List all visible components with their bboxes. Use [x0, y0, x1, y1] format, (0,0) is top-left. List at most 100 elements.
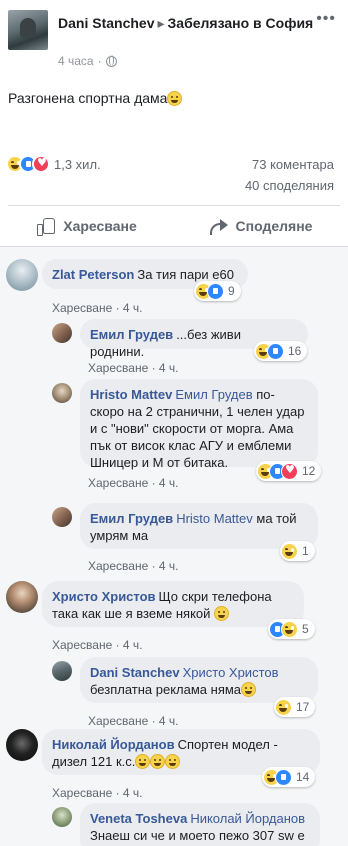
- commenter-name[interactable]: Dani Stanchev: [90, 665, 180, 680]
- comment-actions: Харесване · 4 ч.: [88, 476, 179, 490]
- comment-time[interactable]: 4 ч.: [159, 361, 179, 375]
- more-horizontal-icon[interactable]: •••: [316, 11, 336, 27]
- like-reaction-icon: [207, 282, 224, 300]
- haha-reaction-icon: [281, 542, 298, 560]
- commenter-avatar[interactable]: [6, 729, 38, 761]
- commenter-avatar[interactable]: [52, 383, 72, 403]
- comment-time[interactable]: 4 ч.: [159, 476, 179, 490]
- comment-text: Знаеш си че и моето пежо 307 sw е: [90, 828, 305, 843]
- comment-time[interactable]: 4 ч.: [123, 786, 143, 800]
- comment-reactions[interactable]: 5: [268, 619, 315, 639]
- post-text: Разгонена спортна дама: [8, 88, 183, 108]
- comment-like-link[interactable]: Харесване: [88, 476, 148, 490]
- comment-reactions[interactable]: 14: [262, 767, 316, 787]
- divider: [8, 205, 340, 206]
- comment-time[interactable]: 4 ч.: [159, 714, 179, 728]
- author-avatar[interactable]: [8, 10, 48, 50]
- comment-reactions[interactable]: 16: [254, 341, 308, 361]
- reaction-count: 16: [288, 344, 302, 358]
- comment-reply: Hristo Mattev Емил Грудев по-скоро на 2 с…: [52, 379, 342, 491]
- post-title: Dani Stanchev ▸ Забелязано в София: [58, 14, 316, 33]
- haha-reaction-icon: [281, 620, 298, 638]
- comment-bubble: Христо Христов Що скри телефона така как …: [42, 581, 304, 627]
- reactions-summary[interactable]: 1,3 хил.: [6, 154, 101, 174]
- comment: Zlat Peterson За тия пари е60 9 Харесване…: [6, 259, 342, 319]
- mention-link[interactable]: Емил Грудев: [175, 387, 252, 402]
- comment-actions: Харесване · 4 ч.: [88, 361, 179, 375]
- comment-like-link[interactable]: Харесване: [52, 301, 112, 315]
- globe-icon: [105, 55, 117, 67]
- comment-bubble: Hristo Mattev Емил Грудев по-скоро на 2 с…: [80, 379, 318, 470]
- love-reaction-icon: [281, 462, 298, 480]
- commenter-avatar[interactable]: [52, 661, 72, 681]
- mention-link[interactable]: Христо Христов: [183, 665, 279, 680]
- comment-reply: Dani Stanchev Христо Христов безплатна ре…: [52, 657, 342, 729]
- commenter-avatar[interactable]: [6, 581, 38, 613]
- laughing-emoji: [150, 754, 166, 769]
- post-time[interactable]: 4 часа: [58, 54, 94, 68]
- mention-link[interactable]: Николай Йорданов: [190, 811, 305, 826]
- commenter-avatar[interactable]: [6, 259, 38, 291]
- love-reaction-icon: [32, 155, 50, 173]
- share-button-label: Споделяне: [235, 218, 313, 234]
- caret-right-icon: ▸: [157, 15, 165, 31]
- comment-reactions[interactable]: 12: [256, 461, 322, 481]
- post-header: Dani Stanchev ▸ Забелязано в София 4 часа …: [8, 8, 340, 68]
- like-button[interactable]: Харесване: [0, 210, 174, 242]
- comment-actions: Харесване · 4 ч.: [88, 714, 179, 728]
- comment-like-link[interactable]: Харесване: [88, 559, 148, 573]
- comment-reply: Емил Грудев ...без живи роднини. 16 Харес…: [52, 319, 342, 379]
- commenter-name[interactable]: Hristo Mattev: [90, 387, 172, 402]
- commenter-name[interactable]: Емил Грудев: [90, 327, 173, 342]
- comments-count[interactable]: 73 коментара: [252, 157, 334, 172]
- comment: Христо Христов Що скри телефона така как …: [6, 581, 342, 652]
- commenter-name[interactable]: Емил Грудев: [90, 511, 173, 526]
- laughing-emoji: [241, 682, 257, 697]
- comment-like-link[interactable]: Харесване: [88, 361, 148, 375]
- comment-actions: Харесване · 4 ч.: [52, 301, 143, 315]
- commenter-avatar[interactable]: [52, 507, 72, 527]
- commenter-avatar[interactable]: [52, 807, 72, 827]
- commenter-name[interactable]: Николай Йорданов: [52, 737, 175, 752]
- reaction-count: 17: [296, 700, 310, 714]
- reaction-count: 12: [302, 464, 316, 478]
- commenter-avatar[interactable]: [52, 323, 72, 343]
- like-reaction-icon: [275, 768, 292, 786]
- comment-like-link[interactable]: Харесване: [52, 786, 112, 800]
- commenter-name[interactable]: Veneta Tosheva: [90, 811, 187, 826]
- comment: Николай Йорданов Спортен модел - дизел 12…: [6, 729, 342, 800]
- comment-time[interactable]: 4 ч.: [123, 638, 143, 652]
- comment-text: За тия пари е60: [137, 267, 234, 282]
- mention-link[interactable]: Hristo Mattev: [176, 511, 253, 526]
- shares-count[interactable]: 40 споделяния: [245, 178, 334, 193]
- comment-bubble: Veneta Tosheva Николай Йорданов Знаеш си …: [80, 803, 320, 846]
- comment-like-link[interactable]: Харесване: [88, 714, 148, 728]
- reaction-count: 1,3 хил.: [54, 156, 101, 172]
- share-arrow-icon: [209, 219, 228, 235]
- comment-reactions[interactable]: 9: [194, 281, 241, 301]
- commenter-name[interactable]: Христо Христов: [52, 589, 156, 604]
- author-name[interactable]: Dani Stanchev: [58, 15, 154, 31]
- share-button[interactable]: Споделяне: [174, 210, 348, 242]
- post-meta: 4 часа ·: [58, 54, 117, 68]
- comments-section: Zlat Peterson За тия пари е60 9 Харесване…: [0, 246, 348, 846]
- comment-reactions[interactable]: 17: [274, 697, 316, 717]
- comment-reactions[interactable]: 1: [280, 541, 315, 561]
- location-link[interactable]: София: [266, 15, 314, 31]
- comment-actions: Харесване · 4 ч.: [52, 638, 143, 652]
- laughing-emoji: [165, 754, 181, 769]
- like-button-label: Харесване: [63, 218, 137, 234]
- laughing-emoji: [167, 91, 183, 106]
- comment-time[interactable]: 4 ч.: [159, 559, 179, 573]
- comment-time[interactable]: 4 ч.: [123, 301, 143, 315]
- like-reaction-icon: [267, 342, 284, 360]
- action-bar: Харесване Споделяне: [0, 210, 348, 242]
- commenter-name[interactable]: Zlat Peterson: [52, 267, 134, 282]
- comment-bubble: Емил Грудев Hristo Mattev ма той умрям ма: [80, 503, 318, 549]
- reaction-count: 9: [228, 284, 235, 298]
- reaction-count: 1: [302, 544, 309, 558]
- comment-like-link[interactable]: Харесване: [52, 638, 112, 652]
- comment-reply: Veneta Tosheva Николай Йорданов Знаеш си …: [52, 803, 342, 846]
- comment-actions: Харесване · 4 ч.: [52, 786, 143, 800]
- reaction-count: 14: [296, 770, 310, 784]
